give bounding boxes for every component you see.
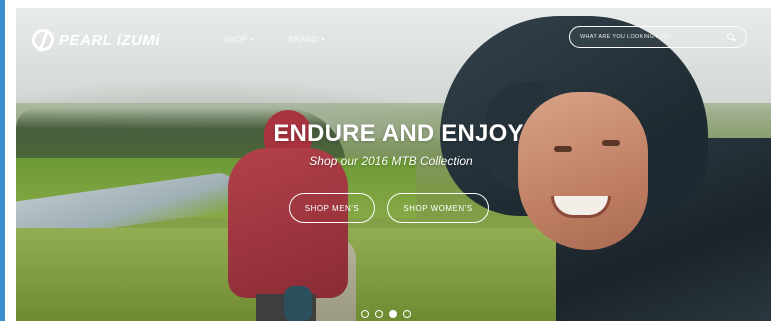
pearl-izumi-logo-mark-icon: [32, 29, 54, 51]
brand-name: PEARL iZUMi: [59, 31, 161, 49]
hero-banner: PEARL iZUMi SHOP ▾ BRAND ▾ ENDURE AND EN…: [16, 8, 771, 321]
left-accent-border: [0, 0, 5, 321]
search-input[interactable]: [580, 34, 727, 40]
carousel-dot[interactable]: [375, 310, 383, 318]
nav-item-label: SHOP: [223, 35, 248, 44]
carousel-dot[interactable]: [403, 310, 411, 318]
carousel-dots: [361, 310, 411, 318]
rider-jacket: [228, 148, 348, 298]
nav-item-shop[interactable]: SHOP ▾: [223, 35, 254, 44]
chevron-down-icon: ▾: [321, 37, 326, 43]
carousel-dot[interactable]: [389, 310, 397, 318]
search-icon[interactable]: [727, 32, 736, 42]
shop-womens-button[interactable]: SHOP WOMEN'S: [387, 193, 489, 223]
carousel-dot[interactable]: [361, 310, 369, 318]
search-bar: [569, 26, 747, 48]
biker-face: [518, 92, 648, 250]
hero-subhead: Shop our 2016 MTB Collection: [309, 154, 473, 168]
bike-wheel: [284, 286, 312, 321]
nav-item-label: BRAND: [288, 35, 319, 44]
hero-headline: ENDURE AND ENJOY: [273, 120, 524, 147]
chevron-down-icon: ▾: [250, 37, 255, 43]
shop-mens-button[interactable]: SHOP MEN'S: [289, 193, 375, 223]
nav-item-brand[interactable]: BRAND ▾: [288, 35, 325, 44]
brand-logo[interactable]: PEARL iZUMi: [32, 29, 160, 51]
